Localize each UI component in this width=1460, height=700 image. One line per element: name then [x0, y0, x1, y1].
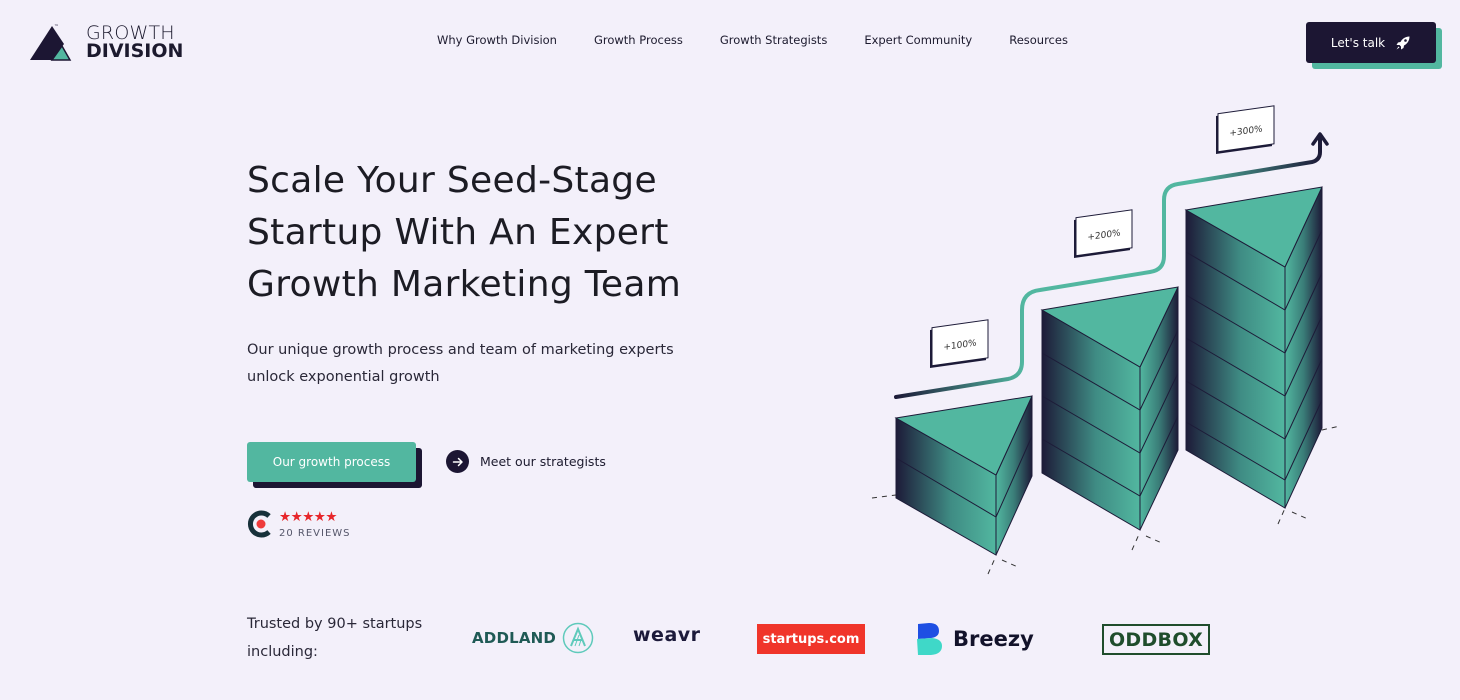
bar-1	[894, 395, 1033, 556]
label-300: +300%	[1216, 105, 1275, 154]
clutch-logo-icon	[248, 510, 271, 538]
logo-oddbox: ODDBOX	[1102, 624, 1210, 655]
rating-stars: ★★★★★	[279, 508, 338, 525]
clutch-rating[interactable]: ★★★★★ 20 REVIEWS	[247, 509, 351, 539]
hero-title-line: Scale Your Seed-Stage	[247, 160, 657, 201]
reviews-count: 20 REVIEWS	[279, 527, 351, 539]
bar-2	[1040, 286, 1179, 531]
arrow-right-icon	[446, 450, 469, 473]
lets-talk-button-wrap: Let's talk	[1306, 22, 1442, 69]
svg-text:™: ™	[54, 24, 59, 30]
breezy-wordmark: Breezy	[953, 627, 1034, 651]
growth-process-button-wrap: Our growth process	[247, 442, 422, 488]
brand-name-line2: DIVISION	[86, 40, 184, 62]
growth-illustration: +100% +200% +300%	[860, 100, 1350, 580]
lets-talk-button[interactable]: Let's talk	[1306, 22, 1436, 63]
logo-weavr: weavr	[633, 624, 701, 646]
nav-resources[interactable]: Resources	[1009, 33, 1068, 47]
nav-expert-community[interactable]: Expert Community	[864, 33, 972, 47]
logo-addland: ADDLAND	[472, 622, 594, 654]
bar-3	[1184, 186, 1323, 509]
growth-bars-graphic: +100% +200% +300%	[871, 105, 1341, 575]
hero-title: Scale Your Seed-Stage Startup With An Ex…	[247, 155, 727, 311]
meet-strategists-label: Meet our strategists	[480, 454, 606, 469]
hero-title-line: Startup With An Expert	[247, 212, 669, 253]
hero-title-line: Growth Marketing Team	[247, 264, 682, 305]
rocket-icon	[1396, 36, 1410, 49]
addland-wordmark: ADDLAND	[472, 629, 557, 647]
our-growth-process-button[interactable]: Our growth process	[247, 442, 416, 482]
label-200: +200%	[1074, 209, 1133, 258]
addland-mark-icon	[562, 622, 594, 654]
nav-growth-strategists[interactable]: Growth Strategists	[720, 33, 827, 47]
main-nav: Why Growth Division Growth Process Growt…	[437, 33, 1105, 47]
client-logos: ADDLAND weavr startups.com Breezy ODDBOX	[0, 620, 1460, 660]
logo-mountain-icon: ™	[30, 24, 72, 61]
logo-breezy: Breezy	[915, 622, 1034, 656]
label-100: +100%	[930, 319, 989, 368]
lets-talk-label: Let's talk	[1330, 35, 1386, 50]
brand-logo[interactable]: ™ GROWTH DIVISION	[30, 22, 185, 62]
nav-why-growth-division[interactable]: Why Growth Division	[437, 33, 557, 47]
hero-subtitle: Our unique growth process and team of ma…	[247, 337, 707, 391]
nav-growth-process[interactable]: Growth Process	[594, 33, 683, 47]
meet-strategists-link[interactable]: Meet our strategists	[446, 450, 606, 473]
breezy-mark-icon	[917, 623, 942, 655]
hero-subtitle-line: unlock exponential growth	[247, 369, 440, 385]
logo-startups-com: startups.com	[757, 624, 865, 654]
hero-subtitle-line: Our unique growth process and team of ma…	[247, 342, 674, 358]
